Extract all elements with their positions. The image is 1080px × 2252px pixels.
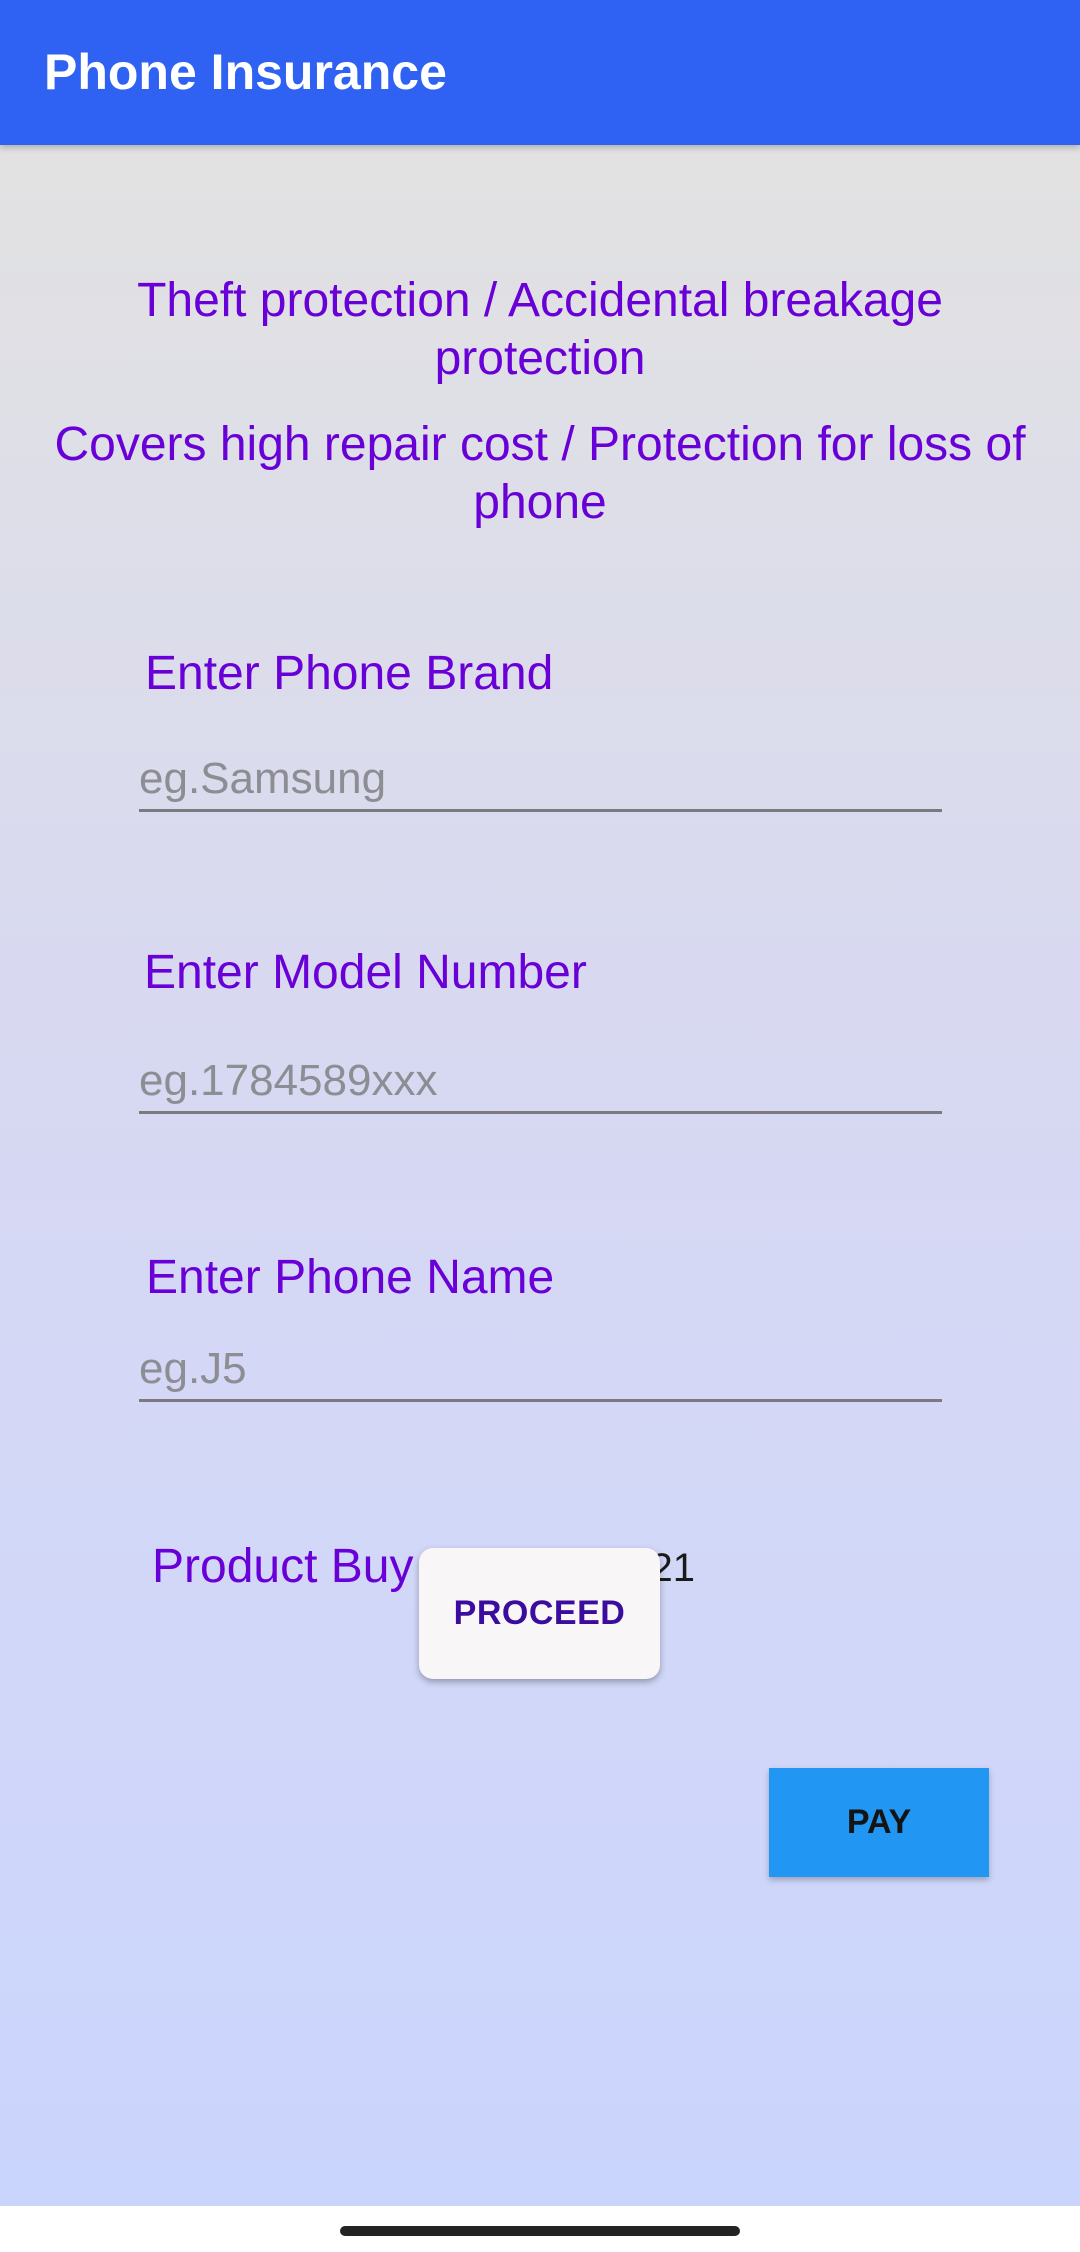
app-bar: Phone Insurance — [0, 0, 1080, 145]
phone-brand-label: Enter Phone Brand — [145, 647, 554, 700]
model-number-label: Enter Model Number — [144, 946, 587, 999]
phone-name-label: Enter Phone Name — [146, 1251, 555, 1304]
model-number-input[interactable] — [139, 1054, 942, 1114]
pay-button[interactable]: PAY — [769, 1768, 989, 1877]
proceed-button[interactable]: PROCEED — [419, 1548, 660, 1679]
phone-insurance-screen: Phone Insurance Theft protection / Accid… — [0, 0, 1080, 2252]
phone-brand-input[interactable] — [139, 752, 942, 812]
coverage-headline-repair: Covers high repair cost / Protection for… — [54, 418, 1026, 529]
coverage-headline-theft: Theft protection / Accidental breakage p… — [137, 274, 943, 385]
phone-name-input[interactable] — [139, 1342, 942, 1402]
app-title: Phone Insurance — [44, 44, 447, 100]
home-indicator[interactable] — [340, 2226, 740, 2236]
